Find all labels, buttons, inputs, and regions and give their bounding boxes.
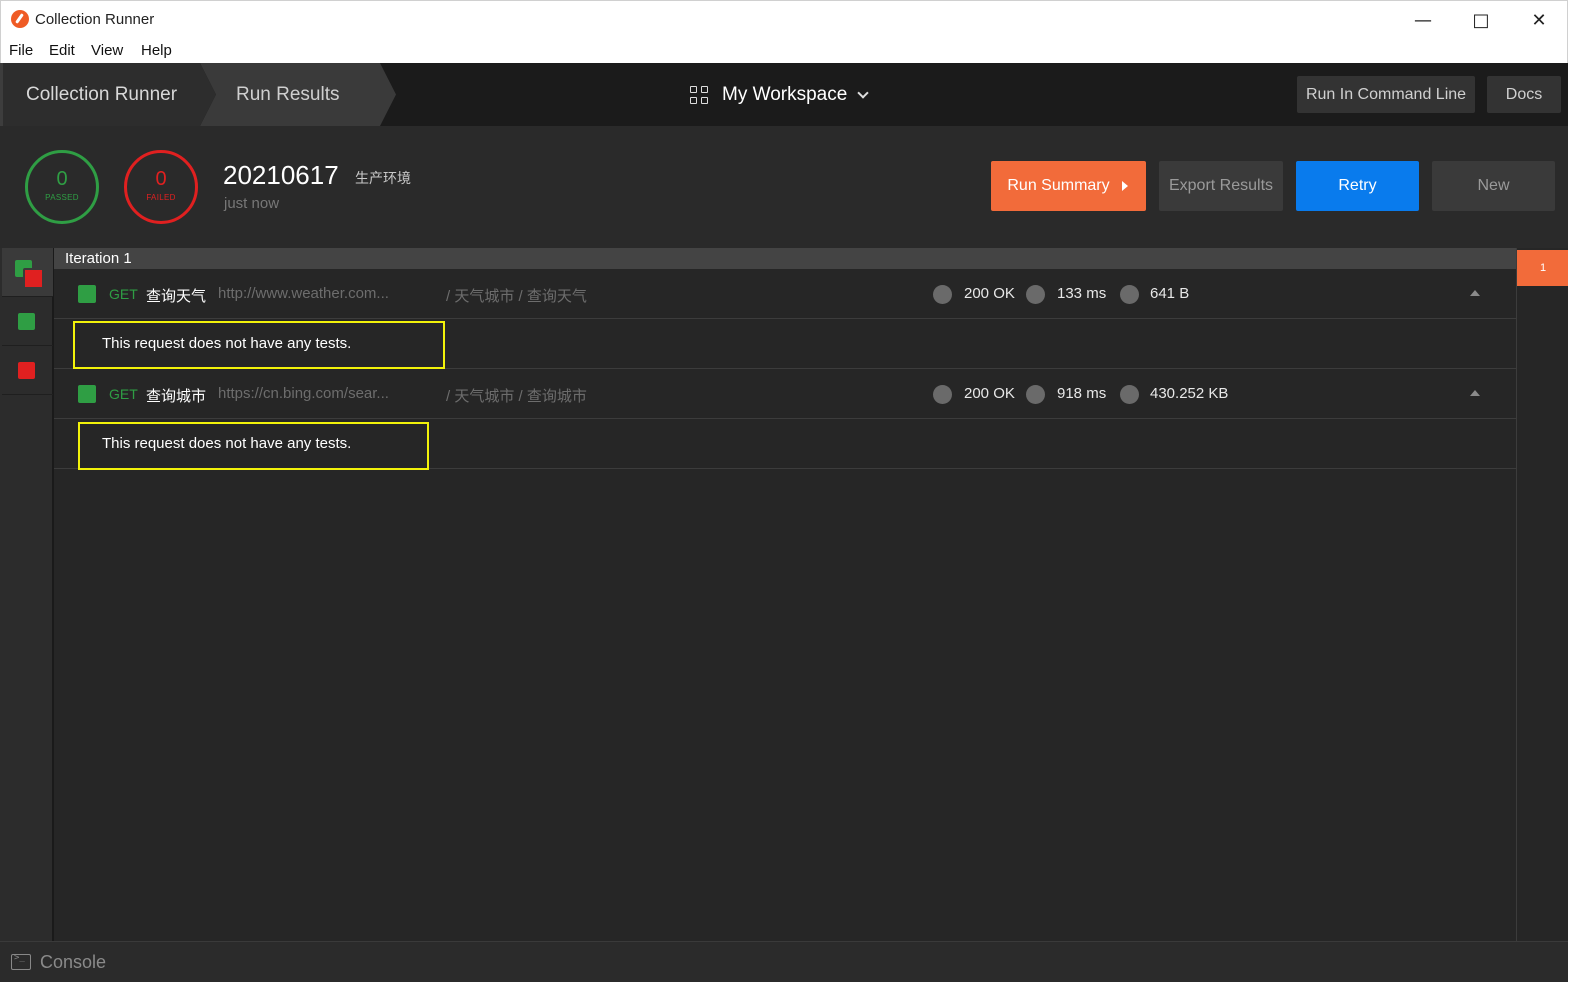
workspace-grid-icon: [690, 86, 708, 104]
breadcrumb-label: Collection Runner: [26, 84, 178, 105]
request-row[interactable]: GET 查询天气 http://www.weather.com... / 天气城…: [54, 269, 1516, 319]
chevron-down-icon: [857, 86, 869, 99]
fail-square-icon: [18, 362, 35, 379]
console-icon[interactable]: [11, 953, 31, 970]
postman-logo-icon: [11, 10, 29, 28]
run-summary-button[interactable]: Run Summary: [991, 161, 1146, 211]
response-status: 200 OK: [964, 385, 1015, 402]
iteration-header: Iteration 1: [54, 248, 1516, 269]
passed-count: 0: [56, 168, 68, 190]
runner-header: Collection Runner Run Results My Workspa…: [0, 63, 1568, 126]
maximize-icon[interactable]: □: [1452, 1, 1510, 39]
environment-name: 生产环境: [355, 170, 411, 186]
request-path: / 天气城市 / 查询天气: [446, 288, 587, 305]
menu-file[interactable]: File: [9, 42, 33, 59]
response-time: 918 ms: [1057, 385, 1107, 402]
workspace-switcher[interactable]: My Workspace: [690, 81, 869, 109]
window-frame: [1568, 0, 1584, 992]
highlight-box: [78, 422, 429, 470]
filter-failed[interactable]: [2, 346, 53, 395]
size-dot-icon: [1120, 285, 1139, 304]
failed-counter: 0 FAILED: [124, 150, 198, 224]
pass-square-icon: [18, 313, 35, 330]
failed-count: 0: [155, 168, 167, 190]
request-method: GET: [109, 386, 138, 402]
response-time: 133 ms: [1057, 285, 1107, 302]
request-method: GET: [109, 286, 138, 302]
iteration-rail: 1: [1516, 248, 1569, 941]
passed-counter: 0 PASSED: [25, 150, 99, 224]
filter-passed[interactable]: [2, 297, 53, 346]
response-size: 430.252 KB: [1150, 385, 1229, 402]
window-title: Collection Runner: [35, 11, 155, 28]
request-filter-rail: [0, 248, 53, 941]
export-results-button[interactable]: Export Results: [1159, 161, 1283, 211]
title-bar: Collection Runner — □ ✕: [0, 0, 1568, 38]
run-summary-label: Run Summary: [1007, 177, 1110, 194]
test-result-row: This request does not have any tests.: [54, 319, 1516, 369]
new-button[interactable]: New: [1432, 161, 1555, 211]
run-name: 20210617: [223, 160, 339, 190]
request-status-icon: [78, 385, 96, 403]
status-dot-icon: [933, 385, 952, 404]
workspace-name: My Workspace: [722, 84, 848, 105]
breadcrumb-accent: [0, 63, 3, 126]
run-time: just now: [224, 195, 280, 212]
test-result-row: This request does not have any tests.: [54, 419, 1516, 470]
menu-help[interactable]: Help: [141, 42, 172, 59]
response-size: 641 B: [1150, 285, 1190, 302]
menu-edit[interactable]: Edit: [49, 42, 75, 59]
time-dot-icon: [1026, 385, 1045, 404]
collapse-up-icon[interactable]: [1470, 390, 1480, 396]
failed-label: FAILED: [146, 193, 176, 202]
request-row[interactable]: GET 查询城市 https://cn.bing.com/sear... / 天…: [54, 369, 1516, 419]
collapse-up-icon[interactable]: [1470, 290, 1480, 296]
request-status-icon: [78, 285, 96, 303]
size-dot-icon: [1120, 385, 1139, 404]
docs-button[interactable]: Docs: [1487, 76, 1561, 113]
time-dot-icon: [1026, 285, 1045, 304]
request-url[interactable]: https://cn.bing.com/sear...: [218, 385, 389, 402]
run-summary-bar: 0 PASSED 0 FAILED 20210617 生产环境 just now…: [0, 126, 1568, 248]
request-url[interactable]: http://www.weather.com...: [218, 285, 389, 302]
filter-all[interactable]: [2, 248, 53, 297]
iteration-badge[interactable]: 1: [1517, 250, 1569, 286]
retry-button[interactable]: Retry: [1296, 161, 1419, 211]
window-frame: [0, 982, 1584, 992]
status-bar: Console: [0, 941, 1568, 982]
fail-square-icon: [23, 268, 44, 289]
console-toggle[interactable]: Console: [40, 952, 106, 973]
minimize-icon[interactable]: —: [1394, 1, 1452, 39]
results-panel: Iteration 1 GET 查询天气 http://www.weather.…: [54, 248, 1516, 941]
menu-bar: File Edit View Help: [0, 38, 1568, 63]
request-name: 查询天气: [146, 288, 207, 305]
breadcrumb-collection-runner[interactable]: Collection Runner: [0, 63, 200, 126]
breadcrumb-label: Run Results: [236, 84, 340, 105]
status-dot-icon: [933, 285, 952, 304]
breadcrumb-run-results[interactable]: Run Results: [200, 63, 396, 126]
run-in-command-line-button[interactable]: Run In Command Line: [1297, 76, 1475, 113]
close-icon[interactable]: ✕: [1510, 1, 1568, 39]
passed-label: PASSED: [45, 193, 79, 202]
response-status: 200 OK: [964, 285, 1015, 302]
caret-right-icon: [1122, 181, 1128, 191]
menu-view[interactable]: View: [91, 42, 123, 59]
request-path: / 天气城市 / 查询城市: [446, 388, 587, 405]
highlight-box: [73, 321, 445, 369]
request-name: 查询城市: [146, 388, 207, 405]
